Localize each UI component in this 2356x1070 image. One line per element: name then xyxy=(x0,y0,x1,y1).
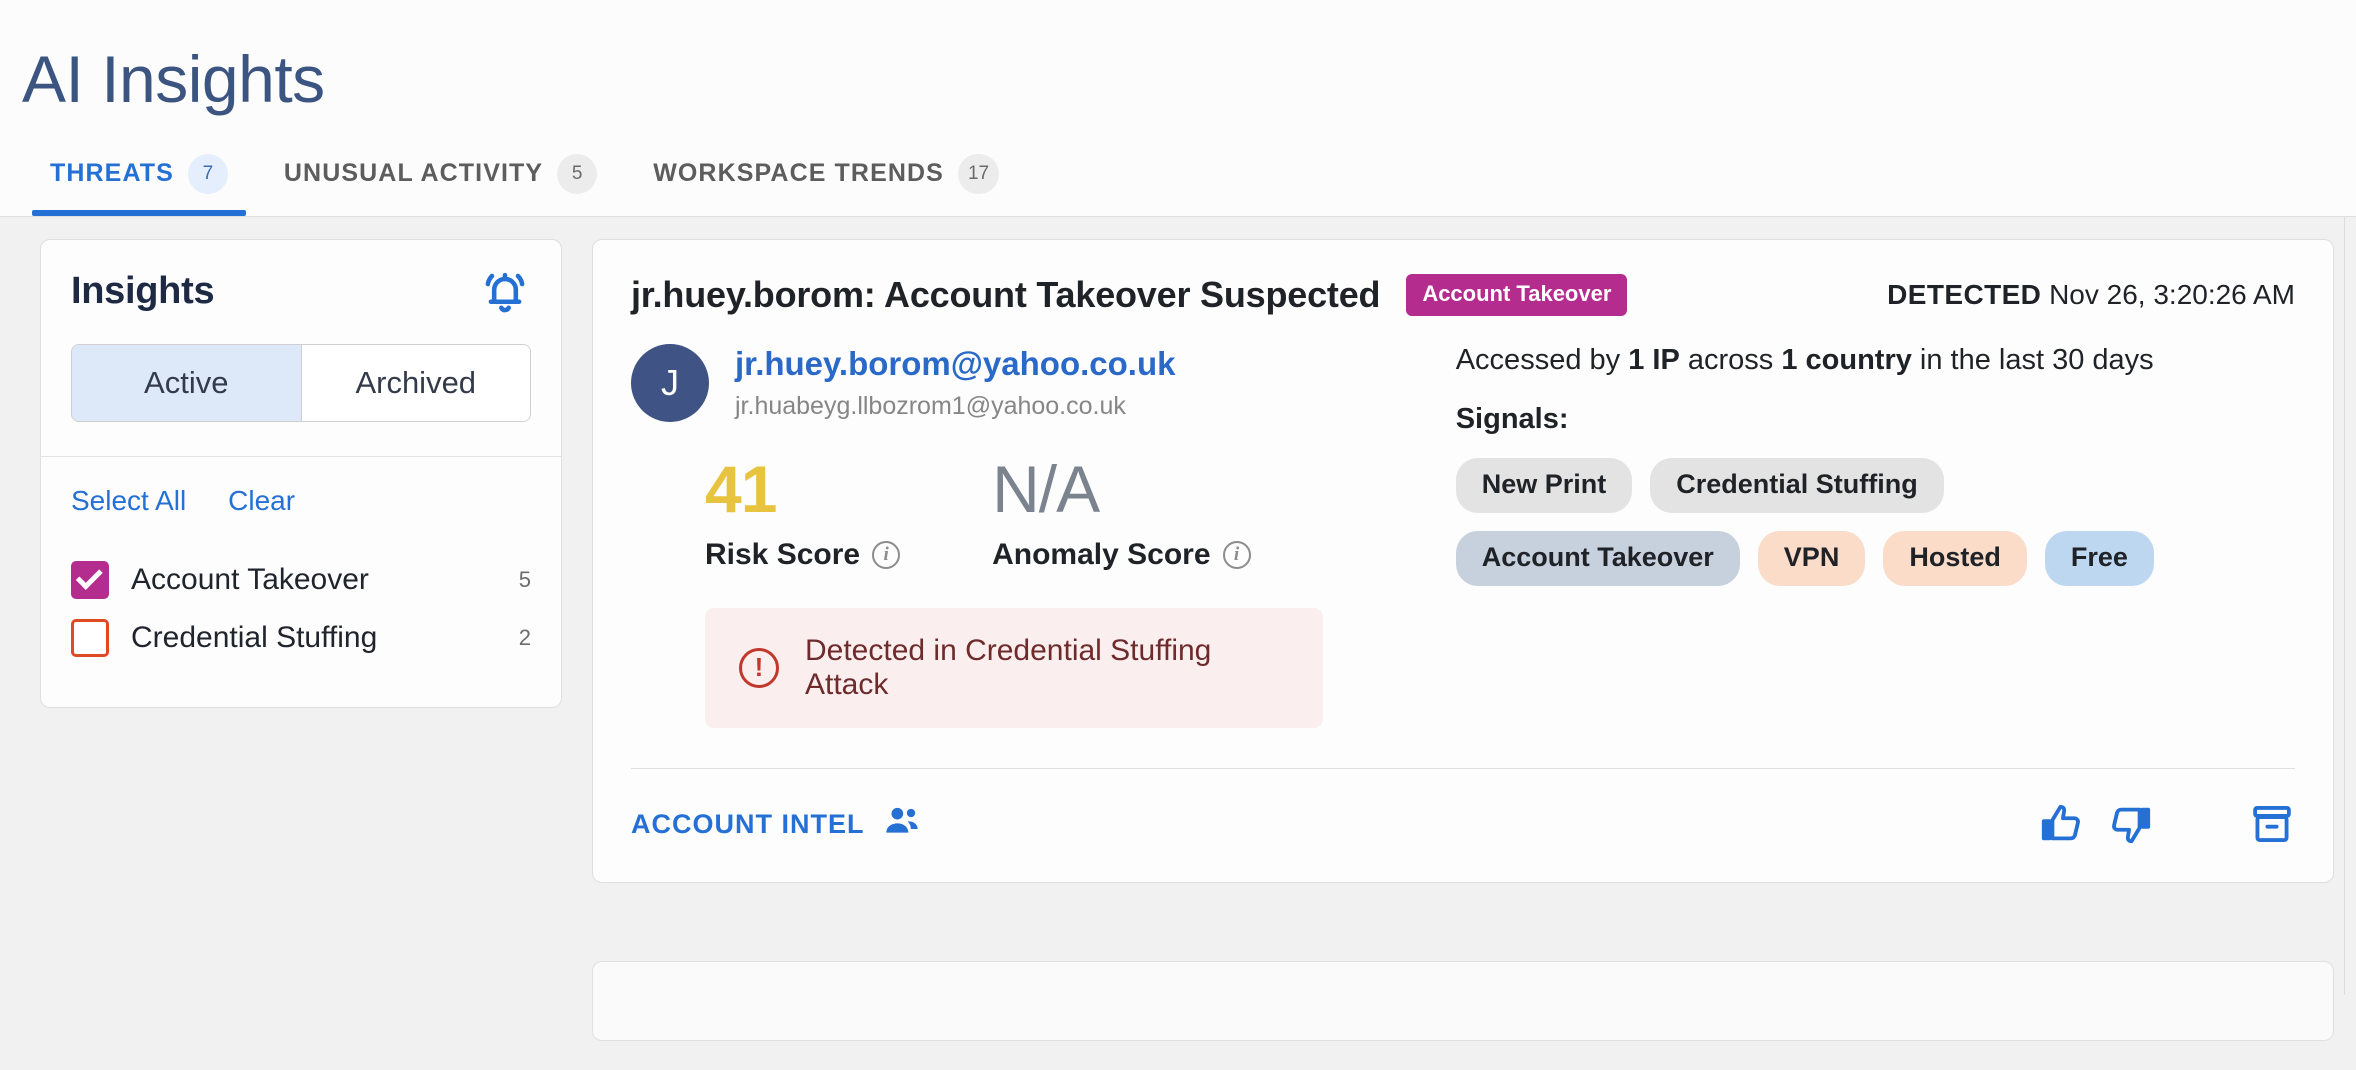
bell-ringing-icon[interactable] xyxy=(479,266,531,318)
account-intel-button[interactable]: ACCOUNT INTEL xyxy=(631,801,922,848)
tab-unusual-activity-badge: 5 xyxy=(557,153,598,194)
tab-workspace-trends[interactable]: WORKSPACE TRENDS 17 xyxy=(625,140,1027,216)
signal-chip-credential-stuffing[interactable]: Credential Stuffing xyxy=(1650,457,1944,513)
tab-threats-badge: 7 xyxy=(187,153,228,194)
tab-unusual-activity[interactable]: UNUSUAL ACTIVITY 5 xyxy=(256,140,625,216)
tab-threats[interactable]: THREATS 7 xyxy=(22,140,256,216)
threat-title: jr.huey.borom: Account Takeover Suspecte… xyxy=(631,273,1381,315)
feedback-actions xyxy=(2039,801,2295,847)
risk-score-block: 41 Risk Score i xyxy=(705,451,901,572)
access-mid: across xyxy=(1679,343,1782,376)
anomaly-score-label: Anomaly Score xyxy=(992,537,1211,571)
info-icon[interactable]: i xyxy=(1222,540,1251,569)
filter-row-credential-stuffing[interactable]: Credential Stuffing 2 xyxy=(71,609,531,667)
archive-icon[interactable] xyxy=(2249,801,2295,847)
signal-chip-free[interactable]: Free xyxy=(2044,530,2154,586)
sidebar-title: Insights xyxy=(71,270,215,313)
info-icon[interactable]: i xyxy=(872,540,901,569)
clear-link[interactable]: Clear xyxy=(228,485,295,517)
tab-threats-label: THREATS xyxy=(50,159,174,188)
risk-score-value: 41 xyxy=(705,451,777,526)
signal-chip-list: New Print Credential Stuffing Account Ta… xyxy=(1455,457,2216,586)
tab-workspace-trends-label: WORKSPACE TRENDS xyxy=(653,159,944,188)
user-email-link[interactable]: jr.huey.borom@yahoo.co.uk xyxy=(735,344,1175,384)
detected-time: Nov 26, 3:20:26 AM xyxy=(2049,278,2295,310)
filter-label-credential-stuffing: Credential Stuffing xyxy=(131,620,378,654)
signal-chip-hosted[interactable]: Hosted xyxy=(1883,530,2027,586)
signals-label: Signals: xyxy=(1455,402,1569,435)
next-threat-card-peek[interactable] xyxy=(592,960,2334,1041)
attack-alert-text: Detected in Credential Stuffing Attack xyxy=(805,633,1212,701)
threat-category-badge: Account Takeover xyxy=(1406,273,1628,316)
checkbox-account-takeover[interactable] xyxy=(71,560,109,599)
threat-signals-column: Accessed by 1 IP across 1 country in the… xyxy=(1430,344,2295,728)
people-icon xyxy=(882,801,922,848)
score-group: 41 Risk Score i N/A Anomaly Score i xyxy=(705,456,1430,572)
anomaly-score-value: N/A xyxy=(992,451,1100,526)
body-area: Insights Active Archived Select All Clea… xyxy=(0,216,2356,1041)
thumb-up-icon[interactable] xyxy=(2039,801,2085,847)
threat-card: jr.huey.borom: Account Takeover Suspecte… xyxy=(592,238,2334,883)
insights-sidebar: Insights Active Archived Select All Clea… xyxy=(40,238,562,708)
tab-unusual-activity-label: UNUSUAL ACTIVITY xyxy=(283,159,544,188)
user-alias: jr.huabeyg.llbozrom1@yahoo.co.uk xyxy=(735,392,1126,421)
threat-identity-column: J jr.huey.borom@yahoo.co.uk jr.huabeyg.l… xyxy=(631,343,1430,728)
vertical-scrollbar[interactable] xyxy=(2344,216,2356,995)
access-country-count: 1 country xyxy=(1781,343,1912,376)
checkbox-credential-stuffing[interactable] xyxy=(71,618,109,657)
access-ip-count: 1 IP xyxy=(1628,343,1680,376)
detected-timestamp: DETECTED Nov 26, 3:20:26 AM xyxy=(1887,279,2295,311)
alert-exclamation-icon: ! xyxy=(739,647,779,688)
page-title: AI Insights xyxy=(22,42,325,116)
filter-count-account-takeover: 5 xyxy=(518,566,531,592)
threat-list-column: jr.huey.borom: Account Takeover Suspecte… xyxy=(562,238,2356,1041)
filter-label-account-takeover: Account Takeover xyxy=(131,562,369,596)
segment-archived[interactable]: Archived xyxy=(300,344,530,421)
segment-active[interactable]: Active xyxy=(72,344,301,421)
sidebar-filters: Select All Clear Account Takeover 5 Cred… xyxy=(41,457,561,707)
select-all-link[interactable]: Select All xyxy=(71,485,186,517)
tab-bar: THREATS 7 UNUSUAL ACTIVITY 5 WORKSPACE T… xyxy=(0,118,2356,216)
access-suffix: in the last 30 days xyxy=(1911,343,2154,376)
active-archived-toggle: Active Archived xyxy=(71,343,531,422)
risk-score-label: Risk Score xyxy=(705,537,861,571)
access-prefix: Accessed by xyxy=(1455,343,1629,376)
thumb-down-icon[interactable] xyxy=(2107,801,2153,847)
signal-chip-vpn[interactable]: VPN xyxy=(1757,530,1866,586)
sidebar-header: Insights Active Archived xyxy=(41,240,561,457)
anomaly-score-block: N/A Anomaly Score i xyxy=(992,451,1251,572)
threat-card-header: jr.huey.borom: Account Takeover Suspecte… xyxy=(631,273,2295,316)
tab-workspace-trends-badge: 17 xyxy=(957,153,1000,194)
avatar: J xyxy=(631,343,709,422)
filter-row-account-takeover[interactable]: Account Takeover 5 xyxy=(71,551,531,609)
page-header: AI Insights THREATS 7 UNUSUAL ACTIVITY 5… xyxy=(0,0,2356,217)
threat-card-footer: ACCOUNT INTEL xyxy=(631,767,2295,882)
access-summary: Accessed by 1 IP across 1 country in the… xyxy=(1456,344,2295,377)
filter-count-credential-stuffing: 2 xyxy=(518,624,531,650)
signal-chip-account-takeover[interactable]: Account Takeover xyxy=(1455,530,1740,586)
detected-label: DETECTED xyxy=(1887,278,2042,310)
account-intel-label: ACCOUNT INTEL xyxy=(631,808,865,839)
signal-chip-new-print[interactable]: New Print xyxy=(1455,457,1633,513)
attack-alert-banner: ! Detected in Credential Stuffing Attack xyxy=(705,607,1323,728)
user-row: J jr.huey.borom@yahoo.co.uk jr.huabeyg.l… xyxy=(631,343,1430,422)
